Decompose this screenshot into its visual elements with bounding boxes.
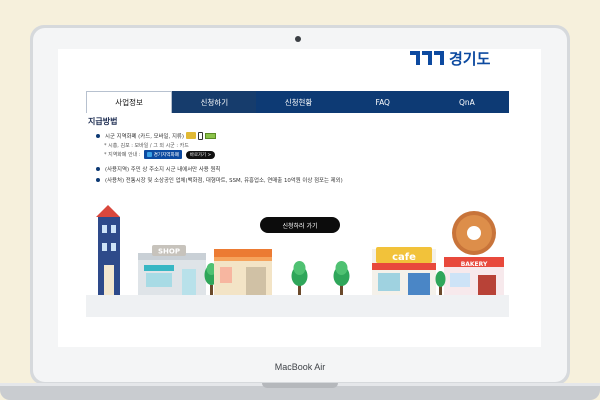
webcam-icon <box>295 36 301 42</box>
shop-sign: SHOP <box>158 248 180 256</box>
tab-apply[interactable]: 신청하기 <box>172 91 257 113</box>
store-illustration <box>214 249 272 295</box>
device-model-label: MacBook Air <box>274 362 326 372</box>
tree-icon <box>291 261 308 295</box>
list-subitem: * 시흥, 김포 : 모바일 / 그 외 시군 : 카드 <box>96 141 506 149</box>
list-item: (사용지역) 주민 상 주소지 시군 내에서만 사용 원칙 <box>96 163 506 174</box>
bullet-icon <box>96 177 100 182</box>
subitem-text: * 지역화폐 안내 : <box>104 152 141 158</box>
gyeonggi-logo[interactable]: 경기도 <box>410 49 490 69</box>
badge-label: 경기지역화폐 <box>153 152 179 158</box>
bullet-icon <box>96 166 100 171</box>
logo-text: 경기도 <box>449 49 491 68</box>
gyeonggi-logo-mark-icon <box>410 51 444 65</box>
apply-now-button[interactable]: 신청하러 가기 <box>260 217 340 233</box>
laptop-screen: 경기도 사업정보 신청하기 신청현황 FAQ QnA 지급방법 시군 지역화폐 … <box>58 49 541 347</box>
card-icon <box>185 132 196 139</box>
main-nav: 사업정보 신청하기 신청현황 FAQ QnA <box>86 91 510 113</box>
house-illustration <box>96 205 120 295</box>
list-item: 시군 지역화폐 (카드, 모바일, 지류) <box>96 130 506 141</box>
tab-faq[interactable]: FAQ <box>340 91 425 113</box>
bullet-icon <box>96 133 100 138</box>
town-illustration: SHOP cafe BAKERY <box>96 205 504 295</box>
section-title: 지급방법 <box>88 117 118 126</box>
tab-application-status[interactable]: 신청현황 <box>256 91 341 113</box>
list-item: (사용처) 전통시장 및 소상공인 업체(백화점, 대형마트, SSM, 유흥업… <box>96 174 506 185</box>
cafe-sign: cafe <box>392 252 416 263</box>
donut-icon <box>452 211 496 255</box>
gyeonggi-currency-badge[interactable]: 경기지역화폐 <box>143 150 182 159</box>
list-subitem: * 지역화폐 안내 : 경기지역화폐 바로가기 > <box>96 149 506 160</box>
mobile-icon <box>197 131 203 140</box>
gyeonggi-currency-icon <box>146 152 152 157</box>
tab-business-info[interactable]: 사업정보 <box>86 91 173 113</box>
tab-qna[interactable]: QnA <box>424 91 510 113</box>
laptop-notch <box>262 383 338 388</box>
payment-info-list: 시군 지역화폐 (카드, 모바일, 지류) * 시흥, 김포 : 모바일 / 그… <box>96 130 506 185</box>
subitem-text: * 시흥, 김포 : 모바일 / 그 외 시군 : 카드 <box>104 142 189 149</box>
go-shortcut-button[interactable]: 바로가기 > <box>185 150 216 159</box>
banknote-icon <box>204 132 216 139</box>
bakery-sign: BAKERY <box>461 261 488 268</box>
item-text: (사용지역) 주민 상 주소지 시군 내에서만 사용 원칙 <box>105 166 221 173</box>
tree-icon <box>333 261 350 295</box>
item-text: (사용처) 전통시장 및 소상공인 업체(백화점, 대형마트, SSM, 유흥업… <box>105 177 343 184</box>
item-text: 시군 지역화폐 (카드, 모바일, 지류) <box>105 133 184 140</box>
